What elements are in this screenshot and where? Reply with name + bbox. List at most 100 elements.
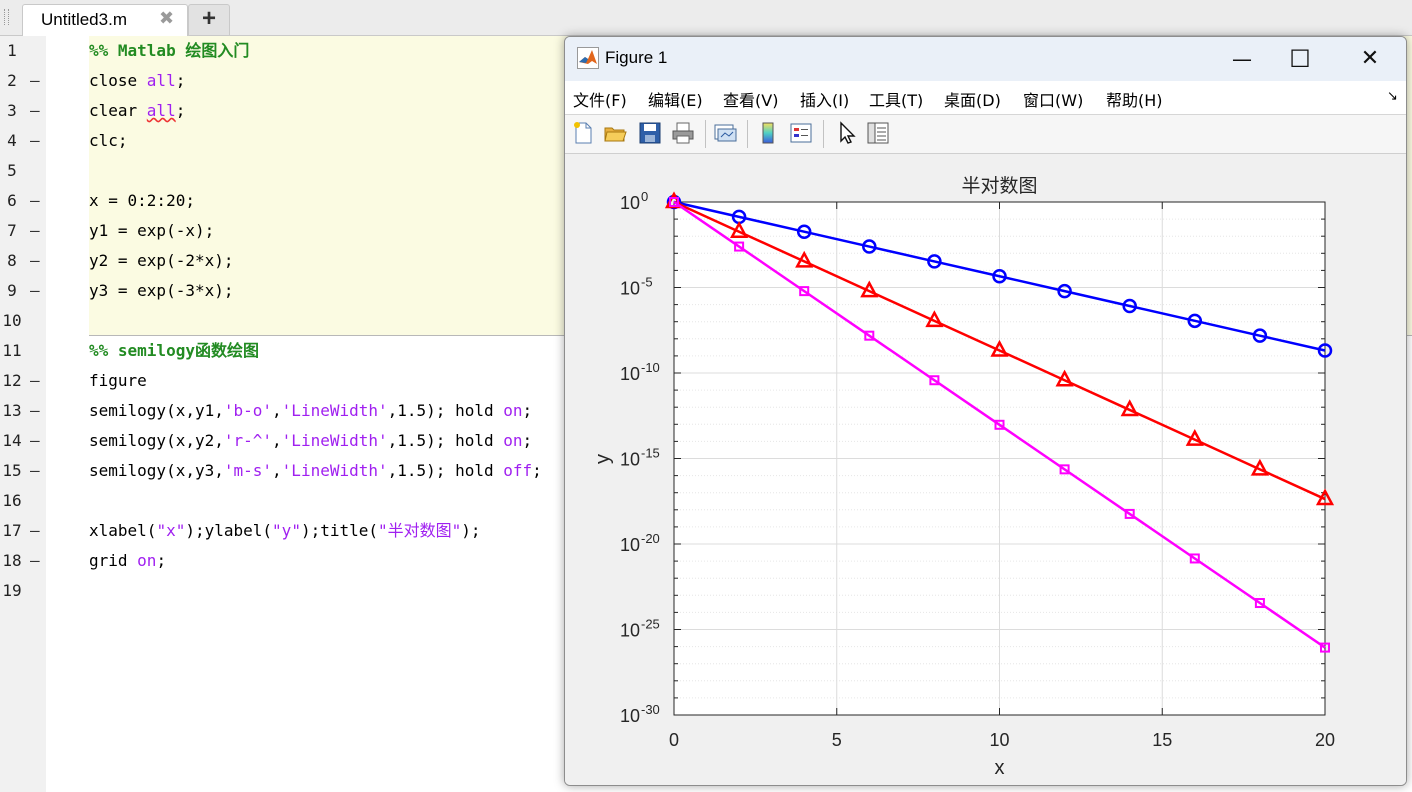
- code-token: figure: [89, 371, 147, 390]
- code-line[interactable]: y1 = exp(-x);: [89, 216, 214, 246]
- line-number[interactable]: 19: [0, 576, 30, 606]
- pointer-icon[interactable]: [835, 121, 859, 145]
- line-number[interactable]: 8—: [0, 246, 39, 276]
- code-line[interactable]: semilogy(x,y3,'m-s','LineWidth',1.5); ho…: [89, 456, 542, 486]
- breakpoint-dash[interactable]: —: [30, 276, 40, 306]
- new-tab-button[interactable]: +: [188, 4, 230, 36]
- y-tick-label-exponent: -20: [641, 531, 660, 546]
- code-line[interactable]: y2 = exp(-2*x);: [89, 246, 234, 276]
- code-token: y3 = exp(-3*x);: [89, 281, 234, 300]
- line-number[interactable]: 6—: [0, 186, 39, 216]
- code-line[interactable]: clear all;: [89, 96, 185, 126]
- breakpoint-dash[interactable]: —: [30, 456, 40, 486]
- code-line[interactable]: xlabel("x");ylabel("y");title("半对数图");: [89, 516, 481, 546]
- code-token: "x": [156, 521, 186, 540]
- code-token: ,: [272, 431, 282, 450]
- line-number[interactable]: 15 —: [0, 456, 39, 486]
- menu-view[interactable]: 查看(V): [723, 87, 778, 111]
- breakpoint-dash[interactable]: —: [30, 96, 40, 126]
- breakpoint-dash[interactable]: —: [30, 66, 40, 96]
- line-number[interactable]: 1: [0, 36, 30, 66]
- code-token: clc;: [89, 131, 128, 150]
- code-token: off: [503, 461, 533, 480]
- figure-title-bar[interactable]: Figure 1 — ☐ ✕: [565, 37, 1406, 81]
- breakpoint-dash[interactable]: —: [30, 546, 40, 576]
- line-number[interactable]: 7—: [0, 216, 39, 246]
- code-token: ,: [272, 401, 282, 420]
- line-number[interactable]: 12 —: [0, 366, 39, 396]
- close-button[interactable]: ✕: [1347, 43, 1393, 75]
- menu-tools[interactable]: 工具(T): [869, 87, 923, 111]
- line-number[interactable]: 16: [0, 486, 30, 516]
- link-plot-icon[interactable]: [713, 121, 737, 145]
- code-line[interactable]: y3 = exp(-3*x);: [89, 276, 234, 306]
- tab-close-icon[interactable]: ✖: [159, 8, 174, 29]
- property-inspector-icon[interactable]: [866, 121, 890, 145]
- breakpoint-dash[interactable]: —: [30, 516, 40, 546]
- code-token: 'b-o': [223, 401, 273, 420]
- print-icon[interactable]: [671, 121, 695, 145]
- line-number[interactable]: 9—: [0, 276, 39, 306]
- x-tick-label: 0: [669, 730, 679, 750]
- line-number[interactable]: 2—: [0, 66, 39, 96]
- line-number[interactable]: 14 —: [0, 426, 39, 456]
- breakpoint-dash[interactable]: —: [30, 126, 40, 156]
- code-line[interactable]: semilogy(x,y2,'r-^','LineWidth',1.5); ho…: [89, 426, 532, 456]
- line-number-text: 16: [2, 491, 22, 510]
- minimize-button[interactable]: —: [1219, 43, 1265, 75]
- y-tick-label-exponent: 0: [641, 189, 648, 204]
- code-token: "半对数图": [378, 521, 462, 540]
- matlab-logo-icon: [577, 47, 599, 69]
- code-line[interactable]: clc;: [89, 126, 128, 156]
- line-number[interactable]: 17 —: [0, 516, 39, 546]
- menu-desktop[interactable]: 桌面(D): [944, 87, 1001, 111]
- figure-window[interactable]: Figure 1 — ☐ ✕ 文件(F) 编辑(E) 查看(V) 插入(I) 工…: [564, 36, 1407, 786]
- breakpoint-dash[interactable]: —: [30, 396, 40, 426]
- line-number[interactable]: 11: [0, 336, 30, 366]
- menu-window[interactable]: 窗口(W): [1023, 87, 1083, 111]
- tab-label: Untitled3.m: [41, 10, 127, 29]
- code-line[interactable]: semilogy(x,y1,'b-o','LineWidth',1.5); ho…: [89, 396, 532, 426]
- line-number[interactable]: 13 —: [0, 396, 39, 426]
- maximize-button[interactable]: ☐: [1277, 43, 1323, 75]
- code-token: 'LineWidth': [281, 461, 388, 480]
- open-folder-icon[interactable]: [603, 121, 627, 145]
- line-number-text: 6: [7, 191, 17, 210]
- line-number[interactable]: 5: [0, 156, 30, 186]
- menu-edit[interactable]: 编辑(E): [648, 87, 703, 111]
- code-token: %% semilogy函数绘图: [89, 341, 259, 360]
- line-number[interactable]: 18 —: [0, 546, 39, 576]
- menu-file[interactable]: 文件(F): [573, 87, 627, 111]
- menu-help[interactable]: 帮助(H): [1106, 87, 1163, 111]
- code-line[interactable]: x = 0:2:20;: [89, 186, 195, 216]
- line-number-text: 17: [2, 521, 22, 540]
- menu-insert[interactable]: 插入(I): [800, 87, 849, 111]
- legend-icon[interactable]: [789, 121, 813, 145]
- breakpoint-dash[interactable]: —: [30, 426, 40, 456]
- tab-grip-handle[interactable]: [4, 9, 9, 25]
- line-number[interactable]: 10: [0, 306, 30, 336]
- breakpoint-dash[interactable]: —: [30, 216, 40, 246]
- tab-untitled3[interactable]: Untitled3.m ✖: [22, 4, 188, 36]
- colorbar-icon[interactable]: [756, 121, 780, 145]
- code-line[interactable]: figure: [89, 366, 147, 396]
- x-tick-label: 15: [1152, 730, 1172, 750]
- line-number-text: 4: [7, 131, 17, 150]
- line-number[interactable]: 4—: [0, 126, 39, 156]
- breakpoint-dash[interactable]: —: [30, 366, 40, 396]
- code-line[interactable]: %% Matlab 绘图入门: [89, 36, 249, 66]
- line-number-text: 8: [7, 251, 17, 270]
- code-token: ;: [522, 431, 533, 450]
- breakpoint-dash[interactable]: —: [30, 186, 40, 216]
- code-token: );title(: [300, 521, 379, 540]
- breakpoint-dash[interactable]: —: [30, 246, 40, 276]
- new-file-icon[interactable]: [571, 121, 595, 145]
- semilogy-plot[interactable]: 10 010 -510 -1010 -1510 -2010 -2510 -300 5 10 15 20…: [565, 154, 1406, 785]
- dock-arrow-icon[interactable]: ↘: [1387, 89, 1398, 104]
- code-token: on: [137, 551, 157, 570]
- save-icon[interactable]: [638, 121, 662, 145]
- code-line[interactable]: grid on;: [89, 546, 166, 576]
- line-number[interactable]: 3—: [0, 96, 39, 126]
- code-line[interactable]: %% semilogy函数绘图: [89, 336, 259, 366]
- code-line[interactable]: close all;: [89, 66, 185, 96]
